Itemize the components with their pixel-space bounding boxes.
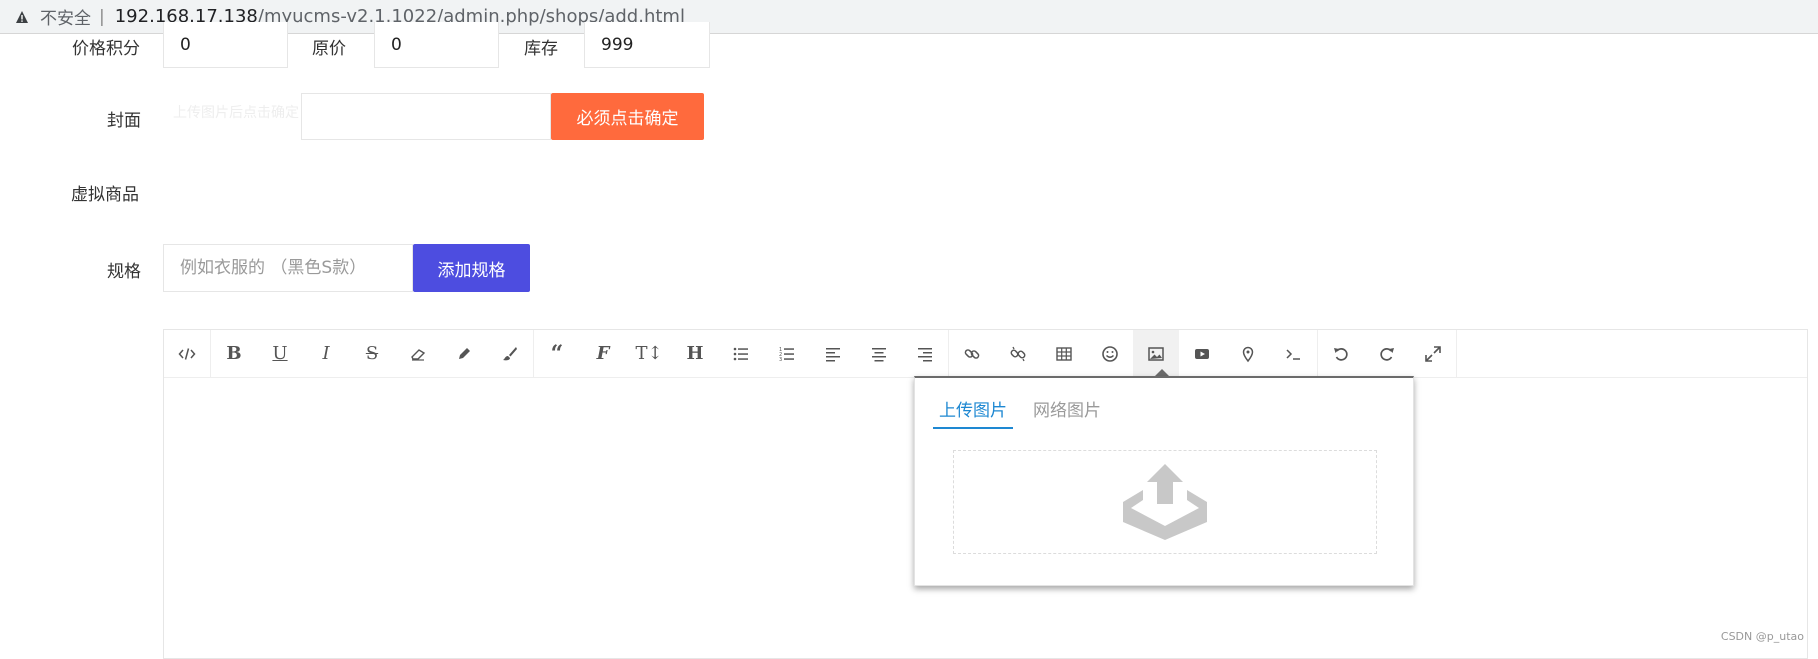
svg-text:3: 3 (779, 357, 782, 363)
align-right-icon[interactable] (902, 330, 948, 377)
toolbar-group-format: B U I S (211, 330, 534, 377)
editor-toolbar: B U I S “ F T↕ H 123 (164, 330, 1807, 378)
align-center-icon[interactable] (856, 330, 902, 377)
original-price-field[interactable] (374, 22, 499, 68)
location-icon[interactable] (1225, 330, 1271, 377)
align-left-icon[interactable] (810, 330, 856, 377)
ordered-list-icon[interactable]: 123 (764, 330, 810, 377)
price-points-input[interactable] (178, 33, 273, 56)
cover-label: 封面 (107, 111, 141, 131)
brush-icon[interactable] (487, 330, 533, 377)
unlink-icon[interactable] (995, 330, 1041, 377)
price-points-label: 价格积分 (72, 39, 140, 59)
spec-field[interactable] (163, 244, 413, 292)
link-icon[interactable] (949, 330, 995, 377)
insecure-label: 不安全 (40, 9, 91, 29)
font-size-icon[interactable]: T↕ (626, 330, 672, 377)
pencil-icon[interactable] (441, 330, 487, 377)
toolbar-group-block: “ F T↕ H 123 (534, 330, 949, 377)
spec-label: 规格 (107, 262, 141, 282)
heading-icon[interactable]: H (672, 330, 718, 377)
image-popover-tabs: 上传图片 网络图片 (933, 396, 1121, 429)
bullet-list-icon[interactable] (718, 330, 764, 377)
add-spec-button[interactable]: 添加规格 (413, 244, 530, 292)
toolbar-group-code (164, 330, 211, 377)
font-family-icon[interactable]: F (580, 330, 626, 377)
quote-icon[interactable]: “ (534, 330, 580, 377)
original-price-label: 原价 (312, 39, 346, 59)
watermark: CSDN @p_utao (1720, 630, 1804, 643)
fullscreen-icon[interactable] (1410, 330, 1456, 377)
cover-input[interactable] (316, 105, 536, 128)
tab-network-image[interactable]: 网络图片 (1027, 396, 1107, 429)
strikethrough-icon[interactable]: S (349, 330, 395, 377)
table-icon[interactable] (1041, 330, 1087, 377)
cover-hint: 上传图片后点击确定 (173, 105, 299, 121)
stock-field[interactable] (584, 22, 710, 68)
stock-input[interactable] (599, 33, 695, 56)
warning-icon (14, 9, 30, 25)
stock-label: 库存 (524, 39, 558, 59)
spec-input[interactable] (178, 257, 398, 279)
video-icon[interactable] (1179, 330, 1225, 377)
upload-dropzone[interactable] (953, 450, 1377, 554)
upload-tray-icon (1123, 464, 1207, 540)
redo-icon[interactable] (1364, 330, 1410, 377)
toolbar-group-insert (949, 330, 1318, 377)
toolbar-group-history (1318, 330, 1457, 377)
cover-confirm-button[interactable]: 必须点击确定 (551, 93, 704, 140)
tab-upload-image[interactable]: 上传图片 (933, 396, 1013, 429)
original-price-input[interactable] (389, 33, 484, 56)
terminal-icon[interactable] (1271, 330, 1317, 377)
virtual-goods-label: 虚拟商品 (71, 185, 139, 205)
image-popover: 上传图片 网络图片 (914, 376, 1414, 586)
bold-icon[interactable]: B (211, 330, 257, 377)
cover-field[interactable] (301, 93, 551, 140)
url-separator: | (99, 6, 105, 27)
italic-icon[interactable]: I (303, 330, 349, 377)
undo-icon[interactable] (1318, 330, 1364, 377)
eraser-icon[interactable] (395, 330, 441, 377)
price-points-field[interactable] (163, 22, 288, 68)
emoji-icon[interactable] (1087, 330, 1133, 377)
underline-icon[interactable]: U (257, 330, 303, 377)
popover-caret (1155, 369, 1169, 376)
code-view-icon[interactable] (164, 330, 210, 377)
